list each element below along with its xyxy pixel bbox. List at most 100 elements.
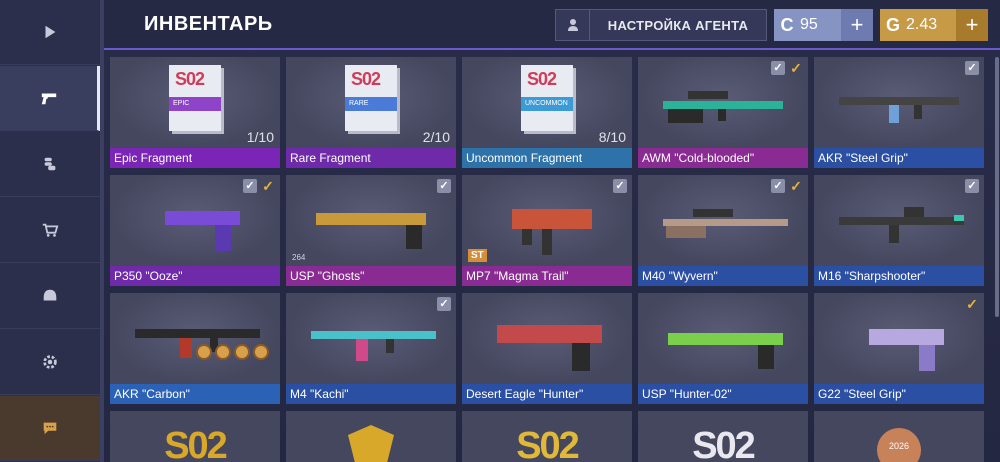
- check-icon: ✓: [771, 61, 785, 75]
- fragment-count: 2/10: [422, 129, 450, 145]
- scrollbar[interactable]: [995, 57, 999, 317]
- play-icon: [45, 25, 56, 39]
- rank-emblem-icon: [348, 425, 394, 462]
- inventory-item[interactable]: ✓ ✓ AWM "Cold-blooded": [638, 57, 808, 168]
- rifle-icon: [839, 97, 959, 123]
- item-name: M16 "Sharpshooter": [814, 266, 984, 286]
- pistol-icon: [165, 211, 240, 251]
- sidebar-item-weapons[interactable]: [0, 66, 100, 131]
- item-art: [462, 293, 632, 384]
- check-gold-icon: ✓: [262, 178, 274, 194]
- sidebar-item-play[interactable]: [0, 0, 100, 65]
- inventory-item[interactable]: ✓ 264 USP "Ghosts": [286, 175, 456, 286]
- pistol-icon: [497, 325, 602, 371]
- agent-settings-label: НАСТРОЙКА АГЕНТА: [607, 17, 749, 33]
- check-icon: ✓: [965, 179, 979, 193]
- item-name: M4 "Kachi": [286, 384, 456, 404]
- inventory-item[interactable]: ✓ AKR "Steel Grip": [814, 57, 984, 168]
- season-logo: S02: [516, 425, 580, 462]
- medal-icon: [215, 344, 231, 360]
- item-art: [462, 175, 632, 266]
- pistol-icon: [316, 213, 426, 249]
- inventory-item[interactable]: AKR "Carbon": [110, 293, 280, 404]
- item-name: M40 "Wyvern": [638, 266, 808, 286]
- inventory-item[interactable]: ✓ M4 "Kachi": [286, 293, 456, 404]
- sidebar-item-settings[interactable]: [0, 330, 100, 395]
- inventory-screen: ИНВЕНТАРЬ НАСТРОЙКА АГЕНТА C 95 + G 2.43…: [0, 0, 1000, 462]
- coins-icon: [44, 157, 56, 171]
- medal-icon: [234, 344, 250, 360]
- inventory-item[interactable]: S02: [638, 411, 808, 462]
- item-name: MP7 "Magma Trail": [462, 266, 632, 286]
- badge-year: 2026: [888, 441, 910, 451]
- silver-balance: 95: [800, 16, 818, 33]
- inventory-item[interactable]: ✓ ✓ P350 "Ooze": [110, 175, 280, 286]
- check-gold-icon: ✓: [966, 296, 978, 312]
- fragment-rarity-label: RARE: [345, 97, 397, 111]
- medal-row: [196, 344, 269, 360]
- inventory-item[interactable]: S02 RARE 2/10 Rare Fragment: [286, 57, 456, 168]
- item-art: [814, 57, 984, 148]
- agent-settings-button[interactable]: НАСТРОЙКА АГЕНТА: [555, 9, 767, 41]
- inventory-item[interactable]: ✓ G22 "Steel Grip": [814, 293, 984, 404]
- smg-icon: [512, 209, 592, 255]
- check-icon: ✓: [965, 61, 979, 75]
- item-art: [286, 293, 456, 384]
- item-art: [814, 175, 984, 266]
- inventory-item[interactable]: ✓ M16 "Sharpshooter": [814, 175, 984, 286]
- sidebar-divider: [100, 0, 104, 462]
- pistol-icon: [869, 329, 944, 371]
- inventory-item[interactable]: 2026: [814, 411, 984, 462]
- rifle-icon: [311, 331, 436, 361]
- inventory-item[interactable]: USP "Hunter-02": [638, 293, 808, 404]
- inventory-item[interactable]: S02: [110, 411, 280, 462]
- item-name: Desert Eagle "Hunter": [462, 384, 632, 404]
- inventory-item[interactable]: Desert Eagle "Hunter": [462, 293, 632, 404]
- item-name: AKR "Steel Grip": [814, 148, 984, 168]
- fragment-count: 1/10: [246, 129, 274, 145]
- sidebar-item-chat[interactable]: [0, 396, 100, 461]
- inventory-item[interactable]: ✓ ✓ M40 "Wyvern": [638, 175, 808, 286]
- item-name: AKR "Carbon": [110, 384, 280, 404]
- inventory-item[interactable]: ✓ ST MP7 "Magma Trail": [462, 175, 632, 286]
- sniper-rifle-icon: [663, 209, 788, 238]
- fragment-rarity-label: UNCOMMON: [521, 97, 573, 111]
- pistol-icon: [668, 333, 783, 369]
- check-gold-icon: ✓: [790, 60, 802, 76]
- sidebar-item-coins[interactable]: [0, 132, 100, 197]
- gear-icon: [43, 355, 57, 369]
- check-icon: ✓: [437, 297, 451, 311]
- stattrak-badge: ST: [468, 249, 487, 262]
- sidebar: [0, 0, 100, 462]
- item-name: USP "Hunter-02": [638, 384, 808, 404]
- item-art: [638, 293, 808, 384]
- check-icon: ✓: [613, 179, 627, 193]
- item-art: [814, 293, 984, 384]
- helmet-icon: [43, 289, 57, 301]
- item-name: Uncommon Fragment: [462, 148, 632, 168]
- season-logo: S02: [692, 425, 756, 462]
- check-icon: ✓: [771, 179, 785, 193]
- add-gold-button[interactable]: +: [956, 9, 988, 41]
- fragment-card-icon: S02 RARE: [345, 65, 397, 131]
- item-name: P350 "Ooze": [110, 266, 280, 286]
- inventory-item[interactable]: S02 UNCOMMON 8/10 Uncommon Fragment: [462, 57, 632, 168]
- inventory-item[interactable]: [286, 411, 456, 462]
- medal-icon: [196, 344, 212, 360]
- pistol-icon: [41, 93, 56, 105]
- item-name: G22 "Steel Grip": [814, 384, 984, 404]
- chat-icon: [43, 422, 57, 435]
- sidebar-item-shop[interactable]: [0, 198, 100, 263]
- inventory-item[interactable]: S02: [462, 411, 632, 462]
- item-art: [110, 293, 280, 384]
- header: ИНВЕНТАРЬ НАСТРОЙКА АГЕНТА C 95 + G 2.43…: [104, 0, 1000, 50]
- item-name: Epic Fragment: [110, 148, 280, 168]
- gold-currency: G 2.43 +: [880, 9, 988, 41]
- fragment-card-icon: S02 UNCOMMON: [521, 65, 573, 131]
- sidebar-item-agents[interactable]: [0, 264, 100, 329]
- silver-currency: C 95 +: [774, 9, 873, 41]
- cart-icon: [42, 223, 59, 237]
- item-name: Rare Fragment: [286, 148, 456, 168]
- add-silver-button[interactable]: +: [841, 9, 873, 41]
- inventory-item[interactable]: S02 EPIC 1/10 Epic Fragment: [110, 57, 280, 168]
